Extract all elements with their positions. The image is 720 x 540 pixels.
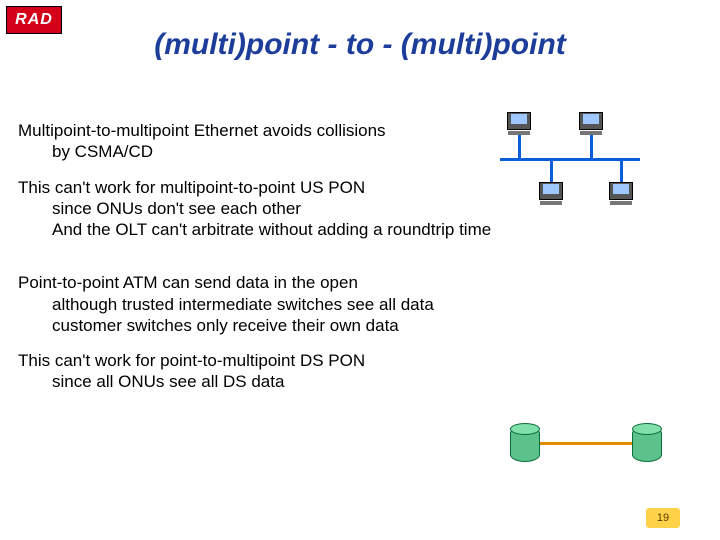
para3-line1: Point-to-point ATM can send data in the … <box>18 272 702 293</box>
bus-drop-4 <box>620 160 623 184</box>
computer-icon <box>578 112 604 136</box>
paragraph-3: Point-to-point ATM can send data in the … <box>18 272 702 336</box>
para3-line2: although trusted intermediate switches s… <box>52 294 702 315</box>
page-number: 19 <box>646 508 680 528</box>
computer-icon <box>608 182 634 206</box>
para4-line1: This can't work for point-to-multipoint … <box>18 350 702 371</box>
node-cylinder-icon <box>510 426 540 462</box>
ethernet-bus-diagram <box>500 120 640 220</box>
bus-drop-3 <box>550 160 553 184</box>
bus-drop-2 <box>590 134 593 158</box>
ptp-link-diagram <box>510 420 670 480</box>
computer-icon <box>506 112 532 136</box>
para4-line2: since all ONUs see all DS data <box>52 371 702 392</box>
slide-title: (multi)point - to - (multi)point <box>0 28 720 62</box>
para3-line3: customer switches only receive their own… <box>52 315 702 336</box>
computer-icon <box>538 182 564 206</box>
link-line <box>540 442 632 445</box>
bus-line-horizontal <box>500 158 640 161</box>
para2-line3: And the OLT can't arbitrate without addi… <box>52 219 702 240</box>
bus-drop-1 <box>518 134 521 158</box>
node-cylinder-icon <box>632 426 662 462</box>
paragraph-4: This can't work for point-to-multipoint … <box>18 350 702 393</box>
